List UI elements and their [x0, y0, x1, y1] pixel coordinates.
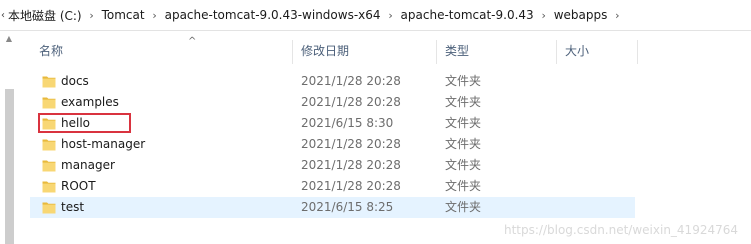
column-header-type-label: 类型	[445, 44, 470, 58]
chevron-right-icon[interactable]: ›	[147, 9, 163, 22]
navigation-pane-scrollbar[interactable]: ▲	[0, 31, 18, 244]
chevron-right-icon[interactable]: ›	[609, 9, 625, 22]
file-name[interactable]: docs	[61, 71, 89, 92]
column-header-name[interactable]: 名称	[30, 36, 290, 66]
chevron-right-icon[interactable]: ›	[84, 9, 100, 22]
column-header-type[interactable]: 类型	[436, 36, 556, 66]
folder-icon	[42, 76, 56, 88]
file-modified-date: 2021/6/15 8:25	[301, 200, 394, 214]
folder-icon	[42, 139, 56, 151]
column-headers: 名称 ^ 修改日期 类型 大小	[30, 36, 751, 66]
column-header-date[interactable]: 修改日期	[292, 36, 436, 66]
column-header-size[interactable]: 大小	[556, 36, 636, 66]
file-name[interactable]: host-manager	[61, 134, 145, 155]
file-modified-date: 2021/1/28 20:28	[301, 137, 401, 151]
column-divider[interactable]	[637, 40, 638, 64]
file-modified-date: 2021/6/15 8:30	[301, 116, 394, 130]
scrollbar-thumb[interactable]	[5, 89, 14, 244]
breadcrumb-item-tomcat-windows[interactable]: apache-tomcat-9.0.43-windows-x64	[163, 8, 383, 22]
file-type: 文件夹	[445, 137, 482, 151]
scroll-up-icon[interactable]: ▲	[4, 35, 14, 43]
file-name[interactable]: test	[61, 197, 84, 218]
file-modified-date: 2021/1/28 20:28	[301, 74, 401, 88]
folder-icon	[42, 160, 56, 172]
file-type: 文件夹	[445, 116, 482, 130]
breadcrumb: ‹ 本地磁盘 (C:) › Tomcat › apache-tomcat-9.0…	[0, 6, 625, 24]
file-type: 文件夹	[445, 95, 482, 109]
file-type: 文件夹	[445, 179, 482, 193]
file-type: 文件夹	[445, 158, 482, 172]
highlight-annotation	[38, 113, 131, 133]
file-row[interactable]: manager 2021/1/28 20:28 文件夹	[30, 155, 635, 176]
sort-ascending-icon: ^	[188, 36, 197, 47]
file-row[interactable]: docs 2021/1/28 20:28 文件夹	[30, 71, 635, 92]
file-explorer-window: ‹ 本地磁盘 (C:) › Tomcat › apache-tomcat-9.0…	[0, 0, 751, 244]
file-row[interactable]: host-manager 2021/1/28 20:28 文件夹	[30, 134, 635, 155]
file-modified-date: 2021/1/28 20:28	[301, 179, 401, 193]
file-modified-date: 2021/1/28 20:28	[301, 158, 401, 172]
watermark: https://blog.csdn.net/weixin_41924764	[503, 223, 738, 237]
chevron-right-icon[interactable]: ›	[383, 9, 399, 22]
breadcrumb-item-tomcat[interactable]: Tomcat	[100, 8, 147, 22]
file-modified-date: 2021/1/28 20:28	[301, 95, 401, 109]
file-row[interactable]: test 2021/6/15 8:25 文件夹	[30, 197, 635, 218]
chevron-right-icon[interactable]: ›	[536, 9, 552, 22]
folder-icon	[42, 97, 56, 109]
file-list: docs 2021/1/28 20:28 文件夹 examples 2021/1/28 …	[30, 71, 751, 218]
column-header-name-label: 名称	[39, 44, 64, 58]
address-bar[interactable]: ‹ 本地磁盘 (C:) › Tomcat › apache-tomcat-9.0…	[0, 0, 751, 31]
file-name[interactable]: examples	[61, 92, 119, 113]
breadcrumb-item-drive[interactable]: 本地磁盘 (C:)	[6, 7, 84, 24]
column-header-size-label: 大小	[565, 44, 590, 58]
file-name[interactable]: manager	[61, 155, 115, 176]
file-name[interactable]: ROOT	[61, 176, 96, 197]
file-row[interactable]: ROOT 2021/1/28 20:28 文件夹	[30, 176, 635, 197]
folder-icon	[42, 181, 56, 193]
breadcrumb-item-webapps[interactable]: webapps	[552, 8, 610, 22]
file-type: 文件夹	[445, 200, 482, 214]
folder-icon	[42, 202, 56, 214]
file-type: 文件夹	[445, 74, 482, 88]
file-row[interactable]: examples 2021/1/28 20:28 文件夹	[30, 92, 635, 113]
column-header-date-label: 修改日期	[301, 44, 350, 58]
breadcrumb-item-tomcat-version[interactable]: apache-tomcat-9.0.43	[399, 8, 536, 22]
